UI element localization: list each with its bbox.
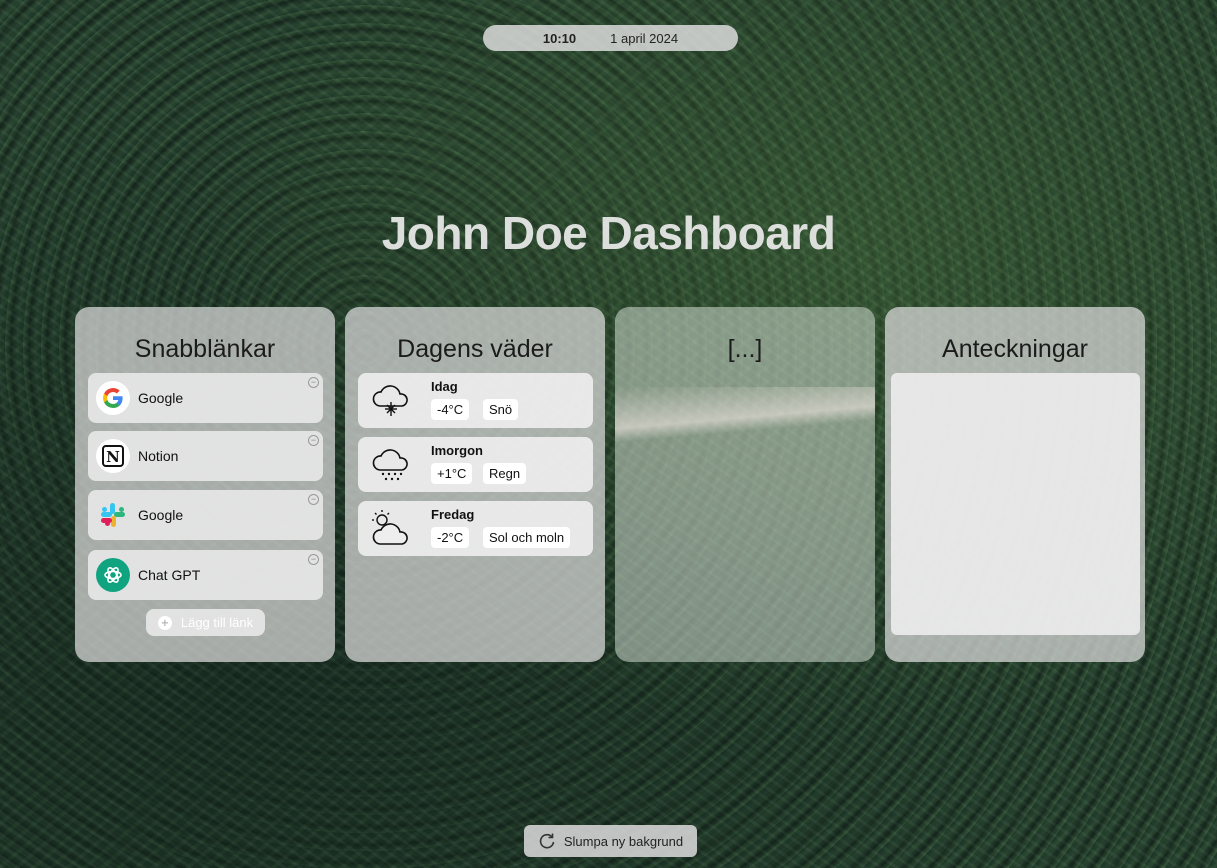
slack-icon: [96, 498, 130, 532]
weather-day-label: Imorgon: [431, 443, 483, 458]
random-background-button[interactable]: Slumpa ny bakgrund: [524, 825, 697, 857]
quick-links-title: Snabblänkar: [134, 335, 276, 363]
weather-temp: -2°C: [431, 527, 470, 548]
remove-link-icon[interactable]: −: [308, 494, 319, 505]
notes-title: Anteckningar: [942, 335, 1088, 363]
snow-cloud-icon: [372, 385, 408, 416]
notes-textarea[interactable]: [891, 373, 1140, 635]
weather-day-label: Fredag: [431, 507, 475, 522]
weather-condition: Snö: [483, 399, 519, 420]
plus-icon: +: [157, 615, 172, 630]
weather-day-tomorrow: Imorgon +1°C Regn: [358, 437, 593, 492]
page-title: John Doe Dashboard: [381, 207, 836, 259]
link-item-chatgpt[interactable]: Chat GPT −: [88, 550, 323, 600]
link-label: Notion: [138, 448, 179, 464]
quick-links-card: Snabblänkar Google − N Notion − Google −…: [75, 307, 335, 662]
link-label: Google: [138, 507, 184, 523]
svg-text:N: N: [106, 448, 120, 466]
google-icon: [96, 381, 130, 415]
link-item-google[interactable]: Google −: [88, 373, 323, 423]
random-background-label: Slumpa ny bakgrund: [563, 833, 684, 849]
background-road: [615, 387, 875, 457]
add-link-button[interactable]: + Lägg till länk: [146, 609, 265, 636]
link-item-notion[interactable]: N Notion −: [88, 431, 323, 481]
link-label: Chat GPT: [138, 567, 201, 583]
weather-temp: -4°C: [431, 399, 470, 420]
weather-card: Dagens väder Idag -4°C Snö Imorgon +1°C …: [345, 307, 605, 662]
weather-temp: +1°C: [431, 463, 473, 484]
weather-condition: Sol och moln: [483, 527, 571, 548]
weather-condition: Regn: [483, 463, 527, 484]
notes-card: Anteckningar: [885, 307, 1145, 662]
link-label: Google: [138, 390, 184, 406]
weather-title: Dagens väder: [397, 335, 553, 363]
remove-link-icon[interactable]: −: [308, 377, 319, 388]
add-link-label: Lägg till länk: [180, 615, 254, 630]
clock-bar: 10:10 1 april 2024: [483, 25, 738, 51]
clock-time: 10:10: [542, 30, 577, 46]
weather-day-today: Idag -4°C Snö: [358, 373, 593, 428]
weather-day-friday: Fredag -2°C Sol och moln: [358, 501, 593, 556]
placeholder-card: [...]: [615, 307, 875, 662]
remove-link-icon[interactable]: −: [308, 435, 319, 446]
notion-icon: N: [96, 439, 130, 473]
weather-day-label: Idag: [431, 379, 458, 394]
clock-date: 1 april 2024: [610, 30, 679, 46]
remove-link-icon[interactable]: −: [308, 554, 319, 565]
refresh-icon: [539, 833, 555, 849]
chatgpt-icon: [96, 558, 130, 592]
placeholder-title: [...]: [727, 335, 763, 363]
link-item-google-2[interactable]: Google −: [88, 490, 323, 540]
sun-cloud-icon: [372, 510, 408, 545]
rain-cloud-icon: [372, 449, 408, 481]
